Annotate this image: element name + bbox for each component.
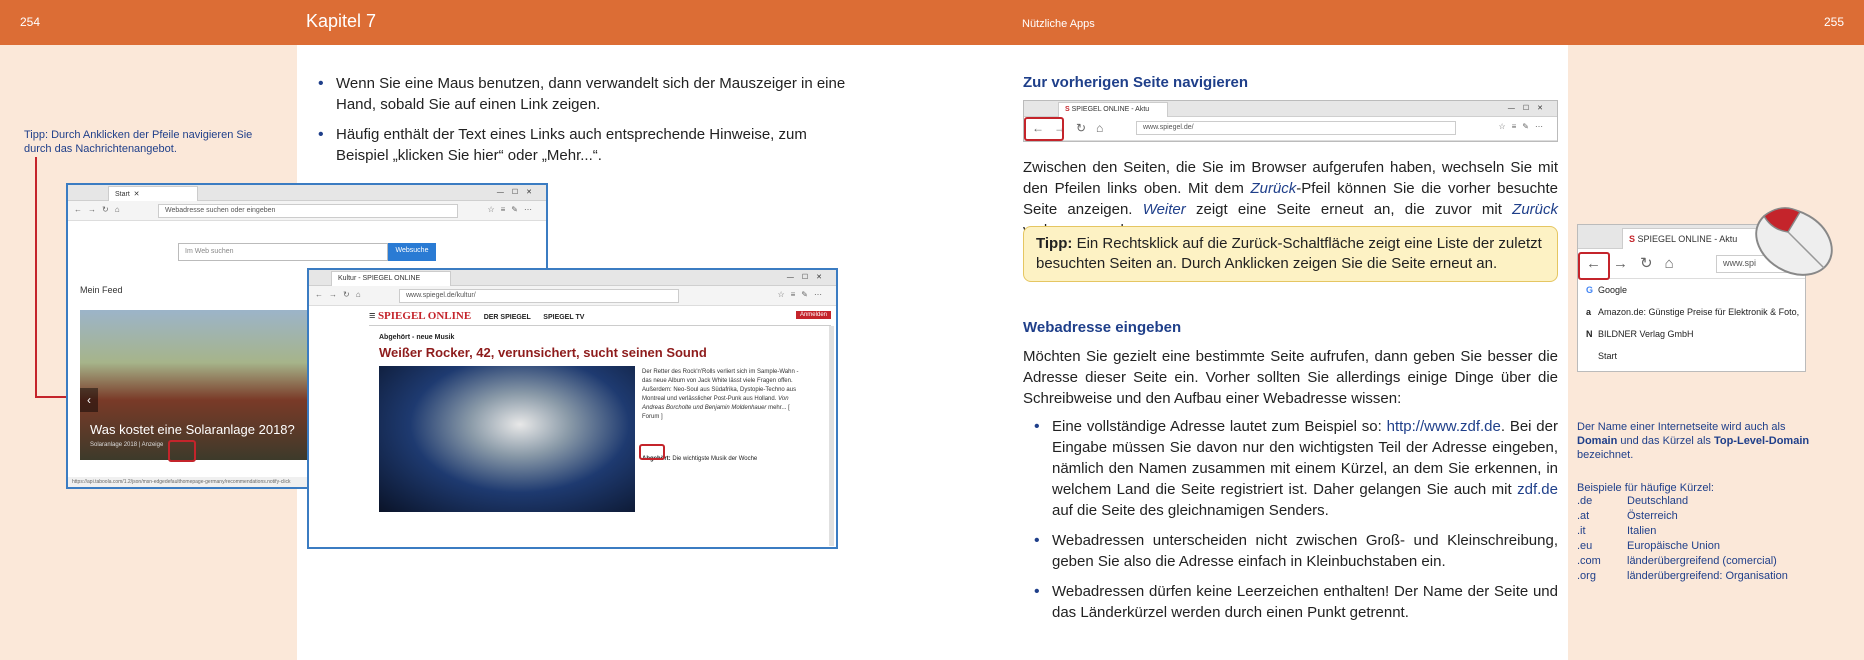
- more-link: mehr...: [768, 405, 787, 411]
- tld-row: .de Deutschland: [1577, 495, 1689, 507]
- tip-box: Tipp: Ein Rechtsklick auf die Zurück-Sch…: [1023, 226, 1558, 282]
- address-field: www.spiegel.de/: [1136, 121, 1456, 135]
- window-controls: —☐✕: [496, 189, 540, 196]
- address-bar-row: ←→↻⌂ www.spiegel.de/ ☆≡✎⋯: [1024, 117, 1557, 141]
- tld-row: .at Österreich: [1577, 510, 1678, 522]
- list-item: Webadressen dürfen keine Leerzeichen ent…: [1032, 581, 1558, 623]
- screenshot-nav-toolbar: S SPIEGEL ONLINE - Aktu —☐✕ ←→↻⌂ www.spi…: [1023, 100, 1558, 142]
- address-bar-row: ←→↻⌂ www.spiegel.de/kultur/ ☆≡✎⋯: [309, 286, 836, 306]
- paragraph: Möchten Sie gezielt eine bestimmte Seite…: [1023, 348, 1558, 407]
- search-input: Im Web suchen: [178, 243, 388, 261]
- list-item: Häufig enthält der Text eines Links auch…: [316, 124, 846, 166]
- tab-spiegel: S SPIEGEL ONLINE - Aktu: [1058, 102, 1168, 117]
- tab-bar: S SPIEGEL ONLINE - Aktu —☐✕: [1024, 101, 1557, 117]
- window-controls: —☐✕: [786, 274, 830, 281]
- feed-label: Mein Feed: [80, 285, 123, 295]
- address-field: www.spiegel.de/kultur/: [399, 289, 679, 303]
- left-header: 254 Kapitel 7: [0, 0, 932, 45]
- tab-bar: Kultur - SPIEGEL ONLINE —☐✕: [309, 270, 836, 286]
- address-field: Webadresse suchen oder eingeben: [158, 204, 458, 218]
- toolbar-icons: ☆≡✎⋯: [777, 290, 828, 299]
- nav-icons: ←→↻⌂: [74, 205, 126, 214]
- history-list: G Google a Amazon.de: Günstige Preise für …: [1578, 281, 1805, 369]
- page-number: 255: [1823, 15, 1844, 29]
- callout-line: [35, 157, 37, 397]
- menu-icon: ≡: [369, 310, 376, 322]
- highlight-box: [639, 444, 665, 460]
- scrollbar: [829, 326, 834, 546]
- site-logo: SPIEGEL ONLINE: [377, 310, 472, 322]
- tab-start: Start ✕: [108, 186, 198, 201]
- nav-spiegel-tv: SPIEGEL TV: [543, 314, 585, 321]
- side-tip: Tipp: Durch Anklicken der Pfeile navigie…: [24, 129, 253, 155]
- bullet-list: Wenn Sie eine Maus benutzen, dann verwan…: [316, 73, 846, 175]
- site-nav: ≡ SPIEGEL ONLINE DER SPIEGEL SPIEGEL TV …: [369, 310, 831, 326]
- left-page: 254 Kapitel 7 Tipp: Durch Anklicken der …: [0, 0, 932, 660]
- login-button: Anmelden: [795, 311, 831, 319]
- article-kicker: Abgehört - neue Musik: [379, 334, 455, 341]
- tab-spiegel: Kultur - SPIEGEL ONLINE: [331, 271, 451, 286]
- arrow-left-icon: ‹: [80, 388, 98, 412]
- tld-row: .com länderübergreifend (comercial): [1577, 555, 1777, 567]
- article-teaser: Der Retter des Rock'n'Rolls verliert sic…: [642, 369, 799, 420]
- list-item: Webadressen unterscheiden nicht zwischen…: [1032, 530, 1558, 572]
- list-item: N BILDNER Verlag GmbH: [1586, 329, 1694, 339]
- side-examples-title: Beispiele für häufige Kürzel:: [1577, 482, 1714, 494]
- highlight-back-button: [1578, 252, 1610, 280]
- list-item: Wenn Sie eine Maus benutzen, dann verwan…: [316, 73, 846, 115]
- toolbar-icons: ☆≡✎⋯: [487, 205, 538, 214]
- tip-text: Ein Rechtsklick auf die Zurück-Schaltflä…: [1036, 235, 1542, 272]
- highlight-box: [168, 440, 196, 462]
- tld-row: .org länderübergreifend: Organisation: [1577, 570, 1788, 582]
- screenshot-spiegel: Kultur - SPIEGEL ONLINE —☐✕ ←→↻⌂ www.spi…: [307, 268, 838, 549]
- mouse-icon: [1755, 207, 1833, 276]
- toolbar-icons: ☆≡✎⋯: [1498, 122, 1549, 131]
- highlight-back-forward: [1024, 117, 1064, 141]
- list-item: Eine vollständige Adresse lautet zum Bei…: [1032, 416, 1558, 521]
- bullet-list: Eine vollständige Adresse lautet zum Bei…: [1032, 416, 1558, 632]
- tld-row: .it Italien: [1577, 525, 1657, 537]
- chapter-title: Kapitel 7: [306, 11, 377, 31]
- search-button: Websuche: [388, 243, 436, 261]
- address-bar-row: ←→↻⌂ Webadresse suchen oder eingeben ☆≡✎…: [68, 201, 546, 221]
- tld-row: .eu Europäische Union: [1577, 540, 1720, 552]
- nav-icons: ←→↻⌂: [315, 290, 367, 299]
- nav-der-spiegel: DER SPIEGEL: [483, 314, 531, 321]
- list-item: Start: [1598, 351, 1618, 361]
- section-title: Zur vorherigen Seite navigieren: [1023, 74, 1249, 91]
- right-page: Nützliche Apps 255 Zur vorherigen Seite …: [932, 0, 1864, 660]
- running-head: Nützliche Apps: [1022, 18, 1095, 30]
- window-controls: —☐✕: [1507, 105, 1551, 112]
- side-note-domain: Der Name einer Internetseite wird auch a…: [1577, 421, 1810, 461]
- list-item: a Amazon.de: Günstige Preise für Elektron…: [1586, 307, 1800, 317]
- tab-bar: Start ✕ —☐✕: [68, 185, 546, 201]
- page-number: 254: [20, 15, 41, 29]
- article-headline: Weißer Rocker, 42, verunsichert, sucht s…: [379, 345, 707, 360]
- tld-list: .de Deutschland .at Österreich .it Italien …: [1577, 494, 1817, 584]
- news-headline: Was kostet eine Solaranlage 2018?: [90, 422, 295, 437]
- tip-label: Tipp:: [1036, 235, 1073, 252]
- section-title: Webadresse eingeben: [1023, 319, 1182, 336]
- right-header: Nützliche Apps 255: [932, 0, 1864, 45]
- news-caption: Solaranlage 2018 | Anzeige: [90, 442, 164, 448]
- article-image: [379, 366, 635, 512]
